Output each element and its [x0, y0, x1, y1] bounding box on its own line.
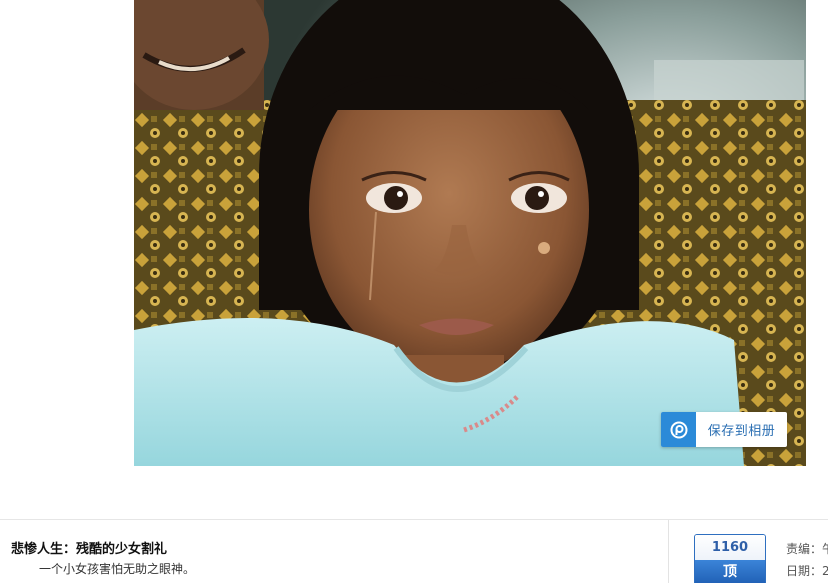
upvote-count: 1160 — [695, 535, 765, 560]
page: 保存到相册 悲惨人生：残酷的少女割礼 一个小女孩害怕无助之眼神。 1160 顶 … — [0, 0, 828, 583]
article-meta: 责编：午 日期：2 — [786, 538, 828, 582]
upvote-button[interactable]: 1160 顶 — [694, 534, 766, 583]
save-to-album-button[interactable]: 保存到相册 — [661, 412, 787, 447]
gallery-photo[interactable]: 保存到相册 — [134, 0, 806, 466]
photo-description: 一个小女孩害怕无助之眼神。 — [39, 562, 196, 576]
caption-bar: 悲惨人生：残酷的少女割礼 一个小女孩害怕无助之眼神。 1160 顶 责编：午 日… — [0, 519, 828, 583]
album-save-icon — [661, 412, 696, 447]
photo-image — [134, 0, 806, 466]
date-label: 日期：2 — [786, 564, 828, 578]
caption-panel: 悲惨人生：残酷的少女割礼 一个小女孩害怕无助之眼神。 — [0, 520, 669, 583]
photo-title: 悲惨人生：残酷的少女割礼 — [11, 542, 168, 557]
editor-label: 责编：午 — [786, 542, 828, 556]
save-to-album-label: 保存到相册 — [707, 424, 776, 439]
upvote-label: 顶 — [695, 560, 765, 583]
